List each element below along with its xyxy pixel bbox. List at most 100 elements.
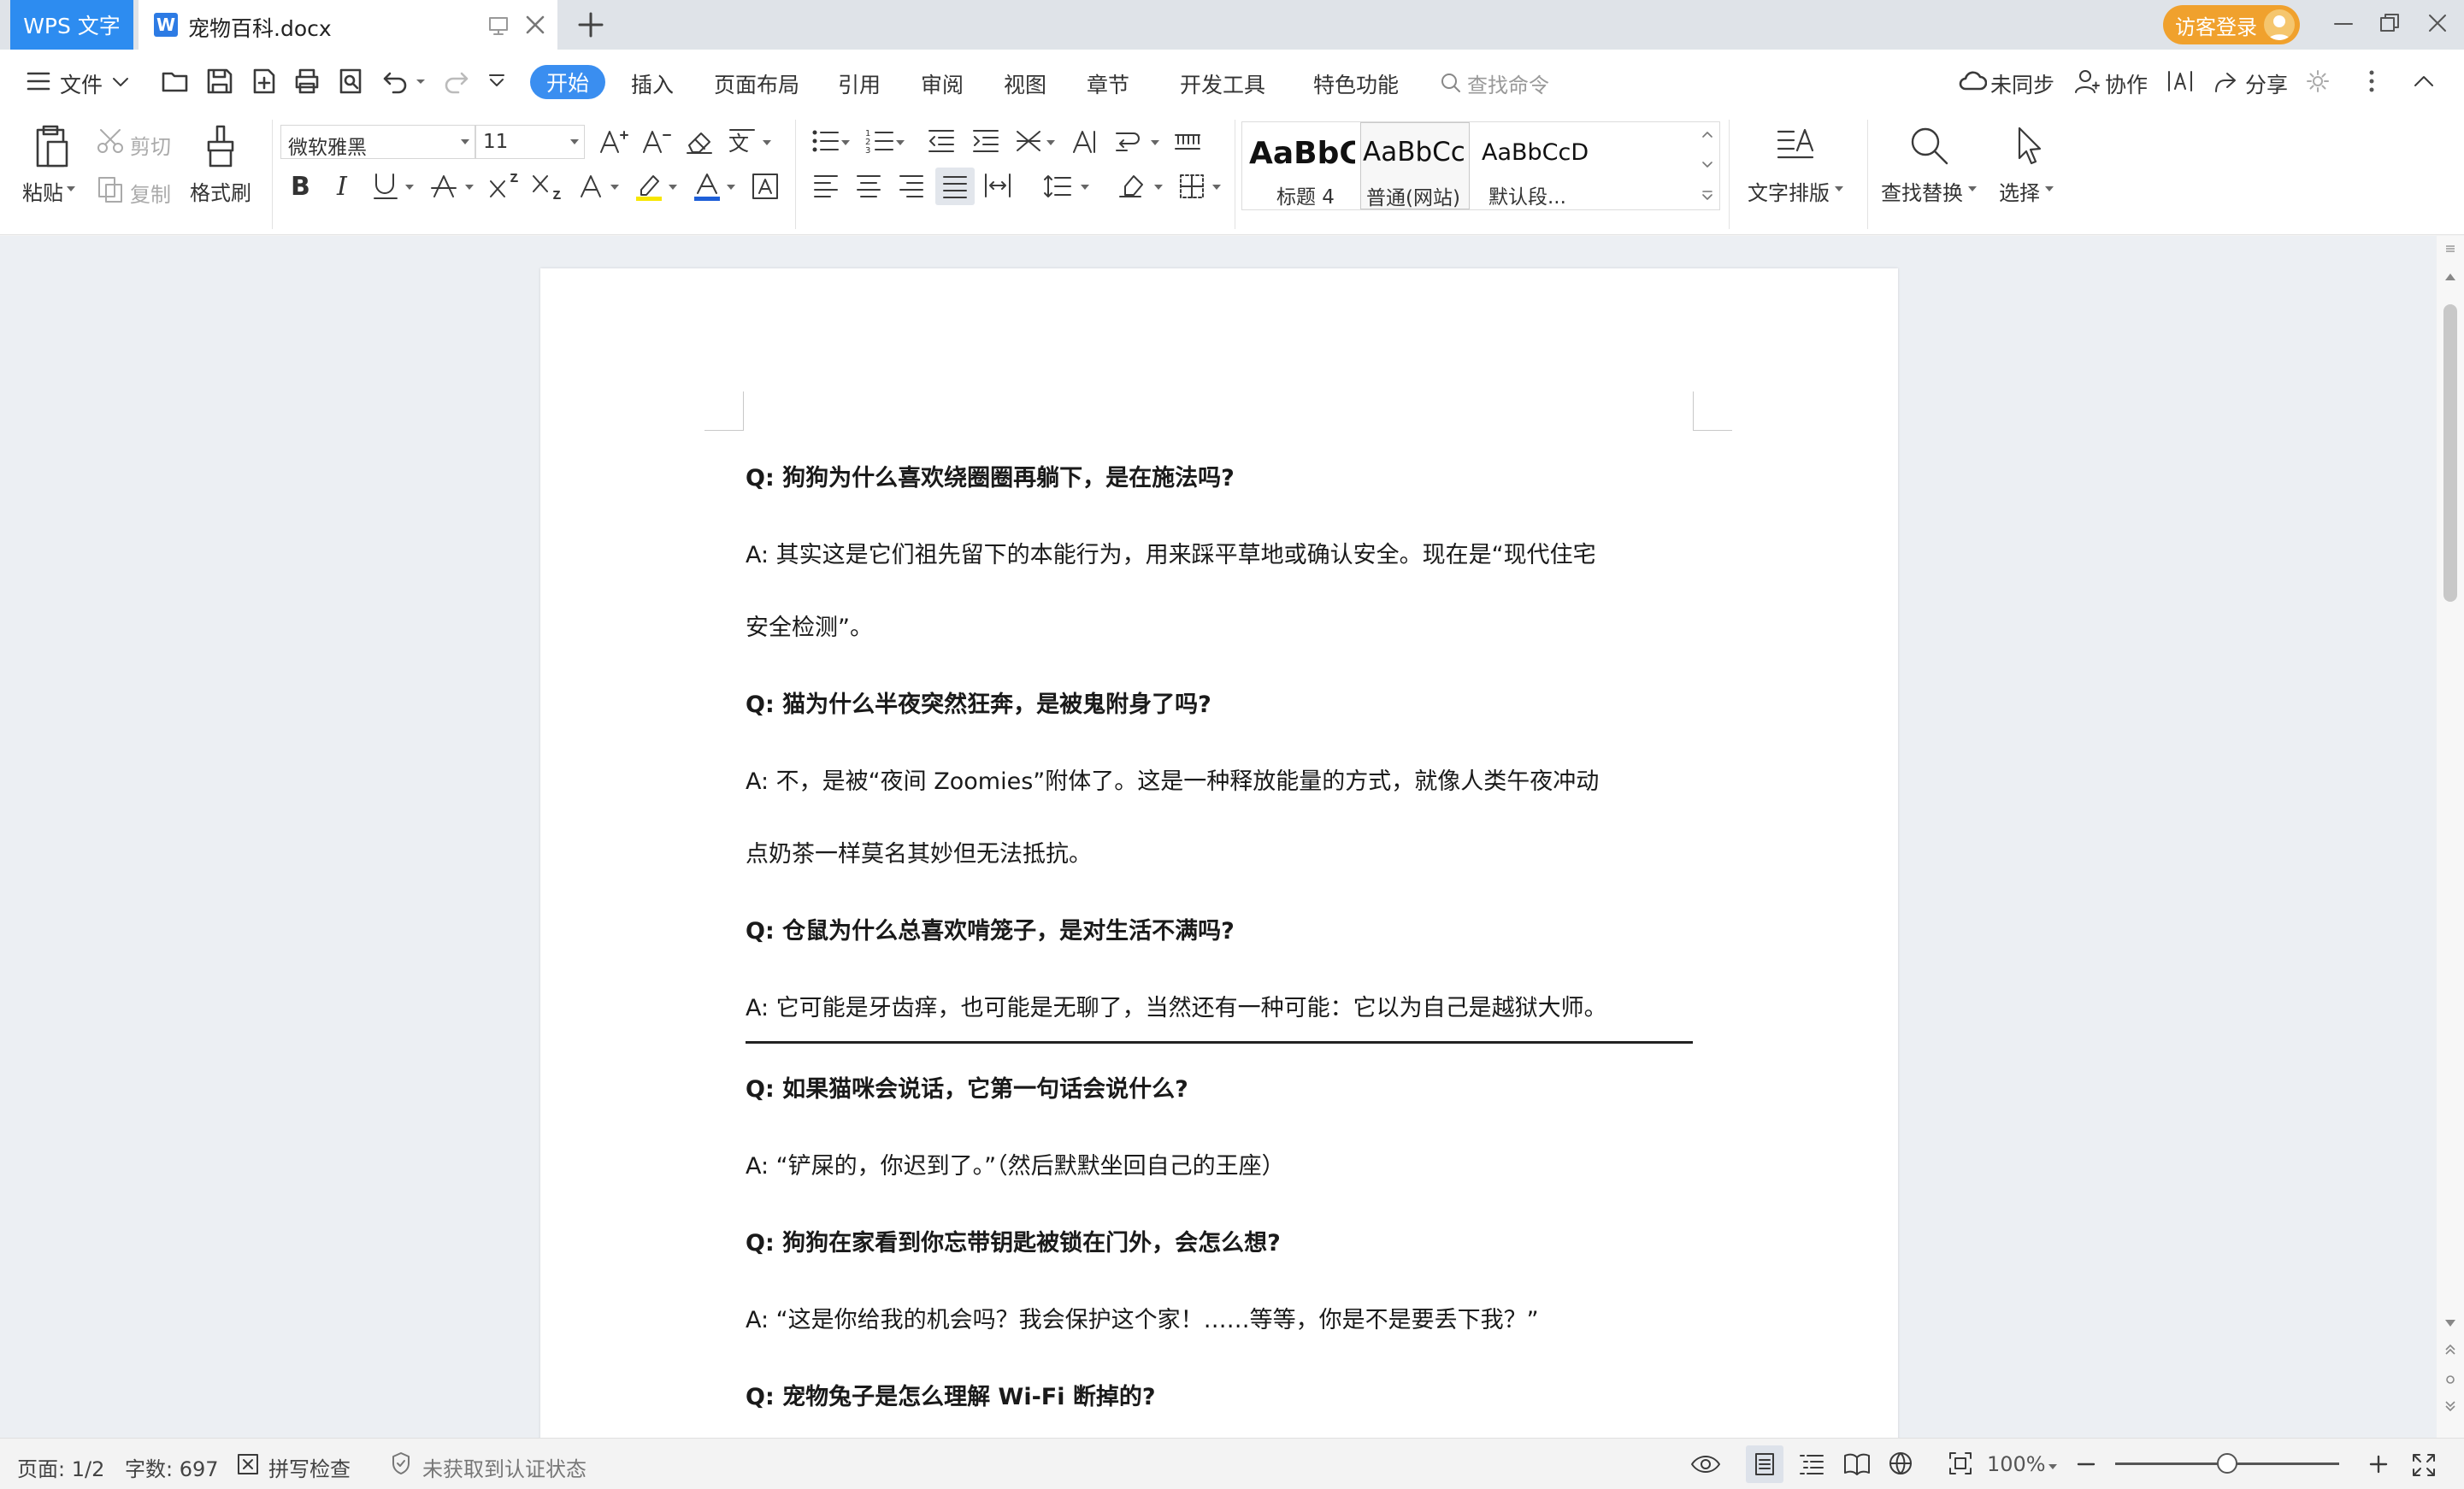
font-size-select[interactable]: 11: [475, 125, 585, 159]
zoom-out-icon[interactable]: [2076, 1454, 2096, 1474]
file-menu[interactable]: 文件: [60, 68, 103, 99]
answer-line[interactable]: A: “这是你给我的机会吗？我会保护这个家！……等等，你是不是要丢下我？”: [746, 1301, 1539, 1334]
page-indicator[interactable]: 页面: 1/2: [17, 1452, 104, 1482]
format-painter-icon[interactable]: [202, 123, 239, 169]
style-heading-4[interactable]: AaBbC 标题 4: [1242, 122, 1355, 209]
next-page-icon[interactable]: [2445, 1400, 2455, 1412]
tab-developer[interactable]: 开发工具: [1180, 68, 1265, 99]
find-replace-icon[interactable]: [1908, 125, 1951, 168]
copy-icon[interactable]: [96, 174, 125, 203]
collaborate-button[interactable]: 协作: [2105, 68, 2148, 99]
paste-button[interactable]: 粘贴: [22, 176, 63, 206]
zoom-slider-handle[interactable]: [2217, 1453, 2237, 1474]
answer-line[interactable]: A: 其实这是它们祖先留下的本能行为，用来踩平草地或确认安全。现在是“现代住宅: [746, 536, 1596, 569]
line-spacing-dropdown-icon[interactable]: [1081, 185, 1089, 190]
question-line[interactable]: Q: 如果猫咪会说话，它第一句话会说什么?: [746, 1070, 1188, 1104]
web-view-icon[interactable]: [1888, 1451, 1913, 1476]
highlight-dropdown-icon[interactable]: [669, 185, 677, 190]
zoom-in-icon[interactable]: [2368, 1454, 2389, 1474]
strikethrough-icon[interactable]: [429, 171, 458, 202]
highlight-icon[interactable]: [634, 171, 665, 202]
customize-toolbar-icon[interactable]: [487, 74, 506, 89]
italic-icon[interactable]: I: [332, 171, 357, 200]
export-pdf-icon[interactable]: [250, 67, 279, 96]
zoom-percent[interactable]: 100%: [1987, 1452, 2046, 1476]
close-window-icon[interactable]: [2425, 10, 2450, 36]
scroll-thumb[interactable]: [2443, 304, 2457, 602]
shading-dropdown-icon[interactable]: [1154, 185, 1163, 190]
underline-dropdown-icon[interactable]: [405, 185, 414, 190]
select-cursor-icon[interactable]: [2013, 125, 2047, 168]
text-effect-icon[interactable]: [576, 171, 605, 202]
tab-section[interactable]: 章节: [1087, 68, 1129, 99]
show-marks-icon[interactable]: [1173, 127, 1202, 156]
align-right-icon[interactable]: [898, 173, 925, 198]
text-layout-icon[interactable]: [1775, 125, 1818, 168]
outline-view-icon[interactable]: [1799, 1452, 1824, 1476]
underline-icon[interactable]: [371, 171, 400, 202]
text-layout-button[interactable]: 文字排版: [1748, 176, 1830, 206]
copy-button[interactable]: 复制: [130, 178, 171, 208]
share-icon[interactable]: [2213, 70, 2238, 94]
phonetic-guide-icon[interactable]: 文: [727, 125, 761, 157]
word-count[interactable]: 字数: 697: [125, 1452, 219, 1482]
find-replace-dropdown-icon[interactable]: [1968, 186, 1977, 191]
subscript-icon[interactable]: [530, 171, 564, 202]
undo-dropdown-icon[interactable]: [416, 79, 426, 85]
prev-page-icon[interactable]: [2445, 1344, 2455, 1356]
char-border-icon[interactable]: [751, 171, 780, 202]
zoom-slider[interactable]: [2115, 1453, 2339, 1474]
shading-icon[interactable]: [1118, 173, 1149, 200]
tab-references[interactable]: 引用: [838, 68, 881, 99]
cloud-sync-icon[interactable]: [1958, 68, 1987, 94]
share-button[interactable]: 分享: [2245, 68, 2288, 99]
print-preview-icon[interactable]: [337, 67, 366, 96]
command-search[interactable]: 查找命令: [1440, 67, 1594, 101]
tab-features[interactable]: 特色功能: [1313, 68, 1399, 99]
bullet-list-icon[interactable]: [811, 127, 840, 156]
question-line[interactable]: Q: 狗狗在家看到你忘带钥匙被锁在门外，会怎么想?: [746, 1224, 1281, 1257]
line-break-icon[interactable]: [1113, 127, 1142, 156]
fit-page-icon[interactable]: [1948, 1451, 1973, 1476]
fullscreen-icon[interactable]: [2411, 1452, 2437, 1478]
sync-status[interactable]: 未同步: [1990, 68, 2054, 99]
tab-start[interactable]: 开始: [530, 65, 605, 99]
tab-view[interactable]: 视图: [1004, 68, 1046, 99]
browse-object-icon[interactable]: [2445, 1374, 2455, 1385]
decrease-indent-icon[interactable]: [927, 127, 956, 156]
save-icon[interactable]: [205, 67, 234, 96]
document-tab[interactable]: W 宠物百科.docx: [139, 0, 557, 50]
scroll-up-icon[interactable]: [2445, 274, 2455, 280]
distributed-align-icon[interactable]: [983, 173, 1012, 198]
chinese-layout-dropdown-icon[interactable]: [1046, 140, 1055, 145]
paste-dropdown-icon[interactable]: [67, 186, 75, 191]
cut-button[interactable]: 剪切: [130, 130, 171, 160]
eye-protection-icon[interactable]: [1689, 1452, 1722, 1476]
text-effect-dropdown-icon[interactable]: [610, 185, 619, 190]
tab-review[interactable]: 审阅: [921, 68, 964, 99]
collapse-ribbon-icon[interactable]: [2413, 74, 2435, 89]
line-spacing-icon[interactable]: [1043, 173, 1072, 200]
styles-scroll-down-icon[interactable]: [1702, 162, 1712, 168]
format-painter-button[interactable]: 格式刷: [190, 176, 251, 206]
style-normal-web[interactable]: AaBbCc 普通(网站): [1360, 122, 1470, 209]
font-color-dropdown-icon[interactable]: [727, 185, 735, 190]
text-direction-icon[interactable]: [2166, 68, 2194, 94]
answer-line[interactable]: A: 它可能是牙齿痒，也可能是无聊了，当然还有一种可能：它以为自己是越狱大师。: [746, 989, 1607, 1022]
more-options-icon[interactable]: [2367, 68, 2377, 94]
superscript-icon[interactable]: [487, 171, 522, 202]
undo-icon[interactable]: [381, 67, 410, 96]
spell-check-button[interactable]: 拼写检查: [268, 1452, 351, 1482]
numbered-dropdown-icon[interactable]: [896, 140, 905, 145]
hamburger-menu-icon[interactable]: [26, 70, 51, 92]
scroll-down-icon[interactable]: [2445, 1320, 2455, 1327]
justify-button[interactable]: [935, 168, 975, 205]
page-view-button[interactable]: [1746, 1445, 1783, 1483]
font-color-icon[interactable]: [693, 171, 722, 202]
new-tab-icon[interactable]: [576, 10, 605, 39]
styles-scroll-up-icon[interactable]: [1702, 131, 1712, 138]
align-center-icon[interactable]: [855, 173, 882, 198]
question-line[interactable]: Q: 宠物兔子是怎么理解 Wi-Fi 断掉的?: [746, 1378, 1156, 1411]
bullet-dropdown-icon[interactable]: [841, 140, 850, 145]
settings-gear-icon[interactable]: [2305, 68, 2331, 94]
